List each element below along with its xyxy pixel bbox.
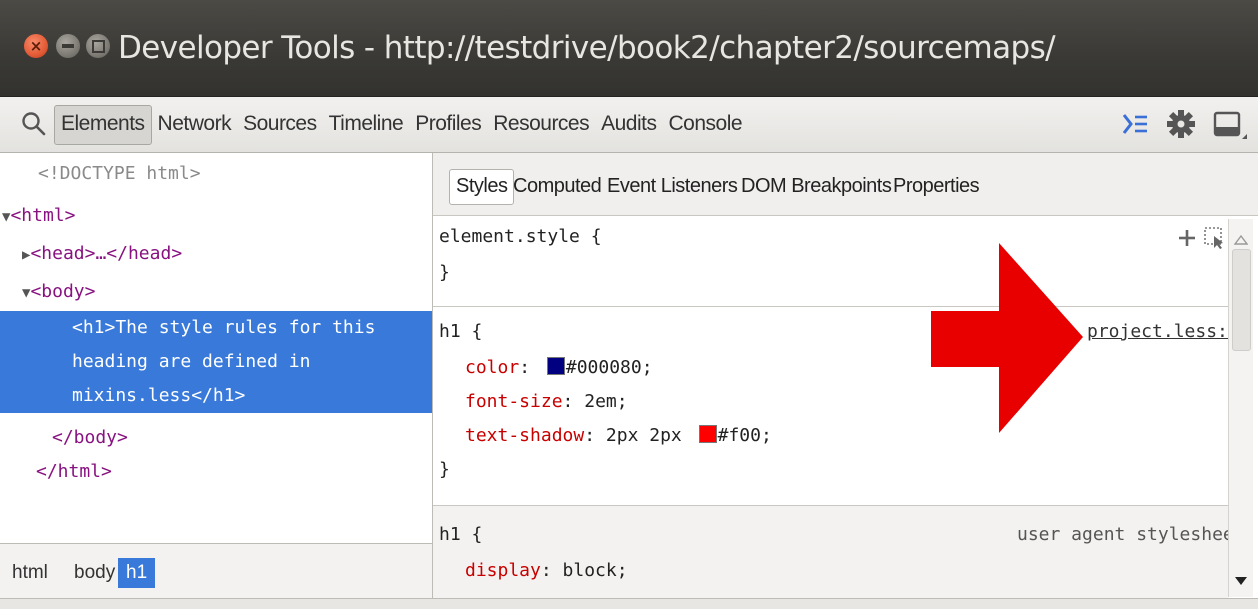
tab-timeline[interactable]: Timeline [323,105,410,143]
search-icon[interactable] [20,110,48,138]
tab-resources[interactable]: Resources [487,105,595,143]
title-bar: × Developer Tools - http://testdrive/boo… [0,0,1258,97]
source-link[interactable]: project.less:2 [1087,315,1239,349]
tab-network[interactable]: Network [152,105,238,143]
breadcrumb-html[interactable]: html [4,558,56,588]
prop-font-size[interactable]: font-size: 2em; [465,385,628,419]
elements-tree: <!DOCTYPE html> ▼<html> ▶<head>…</head> … [0,153,433,543]
element-style-rule: element.style { } [433,216,1228,307]
window-title: Developer Tools - http://testdrive/book2… [118,30,1056,66]
tab-computed[interactable]: Computed [507,169,607,203]
element-style-selector[interactable]: element.style { [439,220,602,254]
dom-node-h1-selected[interactable]: <h1>The style rules for this heading are… [0,311,432,413]
tab-audits[interactable]: Audits [595,105,662,143]
maximize-window-button[interactable] [86,34,110,58]
toggle-element-state-icon[interactable] [1203,226,1227,250]
scroll-up-icon[interactable] [1234,233,1248,247]
h1-rule-project-less: h1 { project.less:2 color: #000080; font… [433,243,1239,506]
scrollbar-thumb[interactable] [1232,249,1251,351]
tab-elements[interactable]: Elements [54,105,152,145]
color-swatch-navy[interactable] [546,357,565,375]
bottom-status-strip [0,598,1258,609]
tab-styles[interactable]: Styles [449,169,515,205]
console-drawer-icon[interactable] [1120,109,1152,139]
panel-tabs: Elements Network Sources Timeline Profil… [54,105,749,145]
tab-dom-breakpoints[interactable]: DOM Breakpoints [735,169,897,203]
user-agent-stylesheet-label: user agent stylesheet [1017,524,1245,545]
dom-node-html[interactable]: ▼<html> [0,199,432,233]
sidebar-tabs: Styles Computed Event Listeners DOM Brea… [433,153,1258,216]
main-toolbar: Elements Network Sources Timeline Profil… [0,97,1258,153]
color-swatch-red[interactable] [698,425,717,443]
close-window-button[interactable]: × [24,34,48,58]
close-icon: × [29,37,43,55]
dom-node-html-close[interactable]: </html> [0,455,432,489]
devtools-window: × Developer Tools - http://testdrive/boo… [0,0,1258,609]
scroll-down-icon[interactable] [1234,574,1248,588]
dom-node-head[interactable]: ▶<head>…</head> [0,237,432,271]
breadcrumb-body[interactable]: body [66,558,123,588]
settings-gear-icon[interactable] [1166,109,1196,139]
tab-console[interactable]: Console [663,105,749,143]
add-rule-icon[interactable] [1177,228,1197,248]
h1-rule-close: } [439,459,450,480]
prop-color[interactable]: color: #000080; [465,351,653,385]
ua-h1-selector[interactable]: h1 { [439,518,482,552]
maximize-icon [92,40,105,53]
h1-line-3: mixins.less</h1> [72,385,246,406]
h1-line-2: heading are defined in [72,351,311,372]
breadcrumb-h1[interactable]: h1 [118,558,156,588]
dock-icon[interactable] [1212,109,1248,143]
minimize-icon [62,44,74,48]
dom-node-body-close[interactable]: </body> [0,421,432,455]
h1-line-1: <h1>The style rules for this [72,317,376,338]
tab-event-listeners[interactable]: Event Listeners [601,169,743,203]
breadcrumb: html body h1 [0,543,433,600]
h1-rule-user-agent: h1 { user agent stylesheet display: bloc… [433,506,1245,599]
styles-pane: Styles Computed Event Listeners DOM Brea… [433,153,1258,599]
tab-sources[interactable]: Sources [237,105,323,143]
prop-text-shadow[interactable]: text-shadow: 2px 2px #f00; [465,419,772,453]
red-arrow-annotation [931,243,1083,433]
element-style-close: } [439,262,450,283]
tab-profiles[interactable]: Profiles [409,105,487,143]
h1-selector[interactable]: h1 { [439,315,482,349]
dom-node-body[interactable]: ▼<body> [0,275,432,309]
styles-scrollbar[interactable] [1228,219,1253,597]
dom-node-doctype[interactable]: <!DOCTYPE html> [0,157,432,191]
prop-display[interactable]: display: block; [465,554,628,588]
minimize-window-button[interactable] [56,34,80,58]
tab-properties[interactable]: Properties [887,169,985,203]
